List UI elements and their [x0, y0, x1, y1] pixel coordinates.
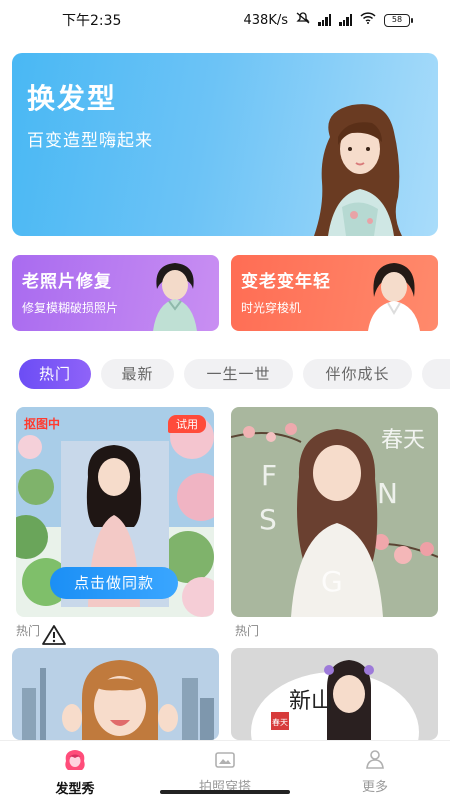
nav-label: 发型秀: [55, 782, 95, 797]
mute-icon: [296, 12, 310, 28]
nav-more[interactable]: 更多: [330, 749, 420, 795]
feature-subtitle: 时光穿梭机: [241, 301, 302, 315]
make-same-button[interactable]: 点击做同款: [50, 567, 178, 599]
photo-outfit-icon: [215, 752, 235, 768]
feature-title: 变老变年轻: [241, 272, 331, 292]
status-time: 下午2:35: [62, 13, 122, 29]
art-stamp: 春天: [272, 717, 288, 727]
battery-icon: 58: [384, 13, 413, 27]
card-2-image: F N S G 春天: [231, 407, 438, 617]
feature-model-photo: [368, 263, 420, 331]
status-icons: 438K/s 58: [243, 12, 413, 28]
art-letter-s: S: [259, 503, 277, 536]
template-card-2[interactable]: F N S G 春天: [231, 407, 438, 617]
art-chars-xinshan: 新山: [289, 689, 333, 714]
nav-photo-outfit[interactable]: 拍照穿搭: [180, 749, 270, 795]
feature-subtitle: 修复模糊破损照片: [22, 301, 119, 315]
feature-title: 老照片修复: [22, 272, 112, 292]
art-letter-n: N: [377, 477, 398, 510]
home-indicator[interactable]: [160, 790, 290, 794]
card-2-label: 热门: [235, 624, 260, 638]
status-badge-cutout: 抠图中: [24, 417, 61, 431]
hero-banner-hairstyle[interactable]: 换发型 百变造型嗨起来: [12, 53, 438, 236]
chip-latest[interactable]: 最新: [101, 359, 174, 389]
trial-badge: 试用: [168, 415, 206, 433]
feature-card-age-change[interactable]: 变老变年轻 时光穿梭机: [231, 255, 438, 331]
hero-model-photo: [314, 104, 402, 236]
feature-card-old-photo-repair[interactable]: 老照片修复 修复模糊破损照片: [12, 255, 219, 331]
art-chars: 春天: [381, 428, 425, 453]
chip-more[interactable]: [422, 359, 450, 389]
hero-title: 换发型: [27, 82, 118, 115]
feature-model-photo: [153, 263, 197, 331]
status-bar: 下午2:35 438K/s 58: [0, 0, 450, 40]
hero-subtitle: 百变造型嗨起来: [27, 131, 153, 151]
hair-show-icon: [65, 750, 85, 770]
nav-hair-show[interactable]: 发型秀: [30, 749, 120, 797]
signal-icon: [318, 14, 331, 26]
user-more-icon: [366, 750, 384, 769]
net-speed: 438K/s: [243, 12, 289, 28]
template-card-4[interactable]: 新山 春天: [231, 648, 438, 740]
chip-grow-with-you[interactable]: 伴你成长: [303, 359, 412, 389]
art-letter-g: G: [321, 565, 343, 598]
chip-lifetime[interactable]: 一生一世: [184, 359, 293, 389]
signal-icon-2: [339, 14, 352, 26]
template-card-3[interactable]: [12, 648, 219, 740]
art-letter-f: F: [261, 459, 277, 492]
chip-hot[interactable]: 热门: [19, 359, 91, 389]
card-4-image: 新山 春天: [231, 648, 438, 740]
app-root: 下午2:35 438K/s 58 换发型 百变造型嗨起来 老照片修复 修复模糊破…: [0, 0, 450, 800]
wifi-icon: [360, 12, 376, 28]
category-chips: 热门 最新 一生一世 伴你成长: [0, 359, 450, 389]
warning-icon: [42, 625, 66, 645]
template-card-1[interactable]: 抠图中 试用 点击做同款: [16, 407, 214, 617]
card-3-image: [12, 648, 219, 740]
nav-label: 更多: [361, 780, 388, 795]
